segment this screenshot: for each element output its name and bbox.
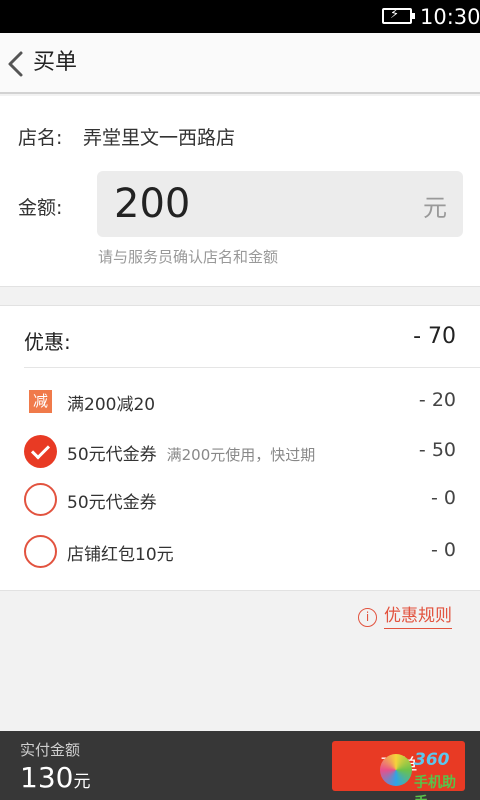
discount-row-voucher-1[interactable]: 50元代金券 满200元使用，快过期 - 50 [0, 430, 480, 474]
discount-amount: - 0 [431, 539, 456, 561]
amount-unit: 元 [423, 194, 447, 222]
discount-label: 满200减20 [67, 395, 156, 415]
radio-unchecked-icon[interactable] [24, 535, 57, 568]
discount-label: 50元代金券 [67, 493, 157, 513]
amount-input[interactable]: 200 元 [97, 171, 463, 237]
radio-unchecked-icon[interactable] [24, 483, 57, 516]
discount-label: 店铺红包10元 [67, 545, 174, 565]
status-bar: ⚡ 10:30 [0, 0, 480, 33]
discount-card: 优惠: - 70 减 满200减20 - 20 50元代金券 满200元使用，快过… [0, 305, 480, 591]
battery-charging-icon: ⚡ [382, 7, 415, 24]
discount-note: 满200元使用，快过期 [166, 446, 316, 464]
divider [24, 367, 480, 368]
store-name-label: 店名: [18, 127, 63, 149]
store-name-value: 弄堂里文一西路店 [83, 127, 236, 149]
bottom-bar: 实付金额 130元 买单 [0, 731, 480, 800]
status-time: 10:30 [420, 5, 480, 29]
amount-hint: 请与服务员确认店名和金额 [98, 248, 279, 266]
pay-amount: 130元 [20, 762, 90, 794]
discount-label-wrap: 50元代金券 满200元使用，快过期 [67, 440, 315, 465]
top-bar: 买单 [0, 33, 480, 94]
pay-label: 实付金额 [20, 741, 81, 759]
rules-link-text: 优惠规则 [384, 605, 452, 629]
discount-label: 50元代金券 [67, 445, 157, 465]
amount-value: 200 [114, 181, 191, 227]
discount-total: - 70 [413, 324, 456, 349]
store-card: 店名: 弄堂里文一西路店 金额: 200 元 请与服务员确认店名和金额 [0, 96, 480, 287]
discount-amount: - 50 [418, 439, 456, 461]
radio-checked-icon[interactable] [24, 435, 57, 468]
pay-unit: 元 [73, 772, 91, 792]
discount-title: 优惠: [24, 330, 71, 354]
pay-value: 130 [20, 761, 74, 794]
amount-label: 金额: [18, 197, 63, 219]
chevron-left-icon[interactable] [6, 47, 26, 81]
discount-row-red-packet[interactable]: 店铺红包10元 - 0 [0, 530, 480, 574]
pay-button[interactable]: 买单 [332, 741, 465, 791]
jian-badge-icon: 减 [29, 390, 52, 413]
discount-amount: - 0 [431, 487, 456, 509]
page-title: 买单 [33, 50, 78, 75]
info-icon: i [358, 608, 377, 627]
discount-amount: - 20 [418, 389, 456, 411]
discount-row-voucher-2[interactable]: 50元代金券 - 0 [0, 478, 480, 522]
discount-row-full-reduction: 减 满200减20 - 20 [0, 380, 480, 424]
